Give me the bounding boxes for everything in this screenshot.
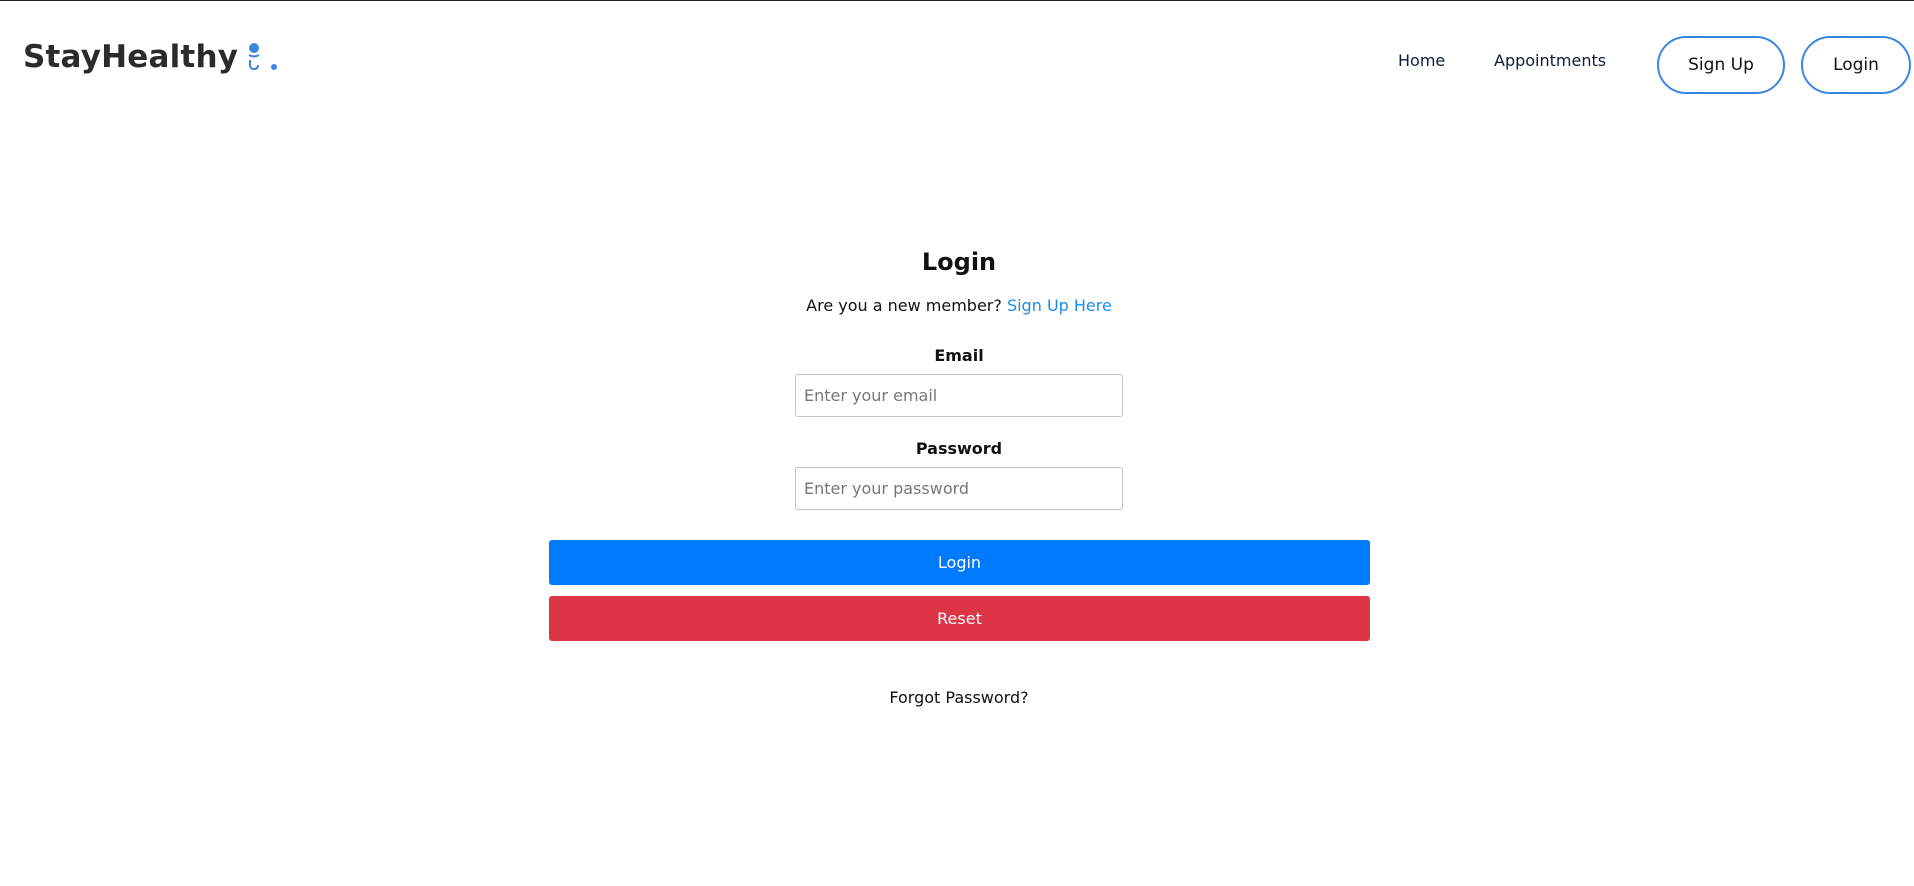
header-login-button[interactable]: Login	[1801, 36, 1911, 94]
signup-here-link[interactable]: Sign Up Here	[1007, 296, 1112, 315]
email-input[interactable]	[795, 374, 1123, 417]
login-submit-button[interactable]: Login	[549, 540, 1370, 585]
password-input[interactable]	[795, 467, 1123, 510]
login-title: Login	[921, 248, 997, 276]
member-prompt: Are you a new member? Sign Up Here	[0, 296, 1914, 315]
doctor-stethoscope-icon	[244, 40, 280, 74]
header-signup-button[interactable]: Sign Up	[1657, 36, 1785, 94]
member-prompt-text: Are you a new member?	[806, 296, 1002, 315]
brand-name: StayHealthy	[23, 39, 239, 75]
site-header: StayHealthy Home Appointments Sign Up Lo…	[0, 1, 1914, 96]
brand-logo[interactable]: StayHealthy	[23, 39, 280, 75]
reset-button[interactable]: Reset	[549, 596, 1370, 641]
password-label: Password	[915, 439, 1003, 458]
email-label: Email	[934, 346, 984, 365]
nav-home-link[interactable]: Home	[1398, 51, 1445, 70]
forgot-password-link[interactable]: Forgot Password?	[0, 688, 1914, 707]
nav-appointments-link[interactable]: Appointments	[1494, 51, 1606, 70]
